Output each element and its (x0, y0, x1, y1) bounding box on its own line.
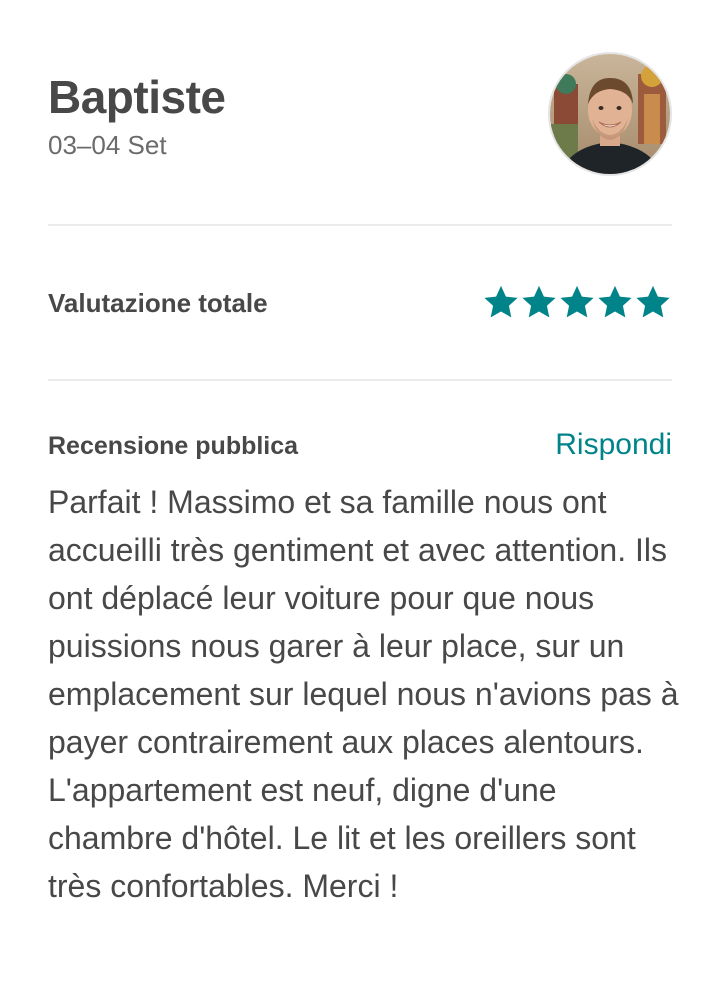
avatar-photo (550, 54, 670, 174)
divider (48, 379, 672, 381)
star-icon (522, 285, 556, 318)
overall-rating-label: Valutazione totale (48, 288, 268, 318)
review-text: Parfait ! Massimo et sa famille nous ont… (48, 484, 679, 904)
public-review-header: Recensione pubblica Rispondi (48, 428, 672, 468)
guest-header: Baptiste 03–04 Set (48, 52, 672, 192)
avatar[interactable] (548, 52, 672, 176)
star-icon (484, 285, 518, 318)
stay-dates: 03–04 Set (48, 130, 167, 160)
public-review-title: Recensione pubblica (48, 432, 299, 460)
star-icon (598, 285, 632, 318)
divider (48, 224, 672, 226)
star-icon (560, 285, 594, 318)
guest-name: Baptiste (48, 71, 226, 123)
overall-rating-row: Valutazione totale (48, 280, 672, 330)
star-rating (482, 283, 672, 321)
reply-link[interactable]: Rispondi (555, 428, 672, 462)
star-icon (636, 285, 670, 318)
